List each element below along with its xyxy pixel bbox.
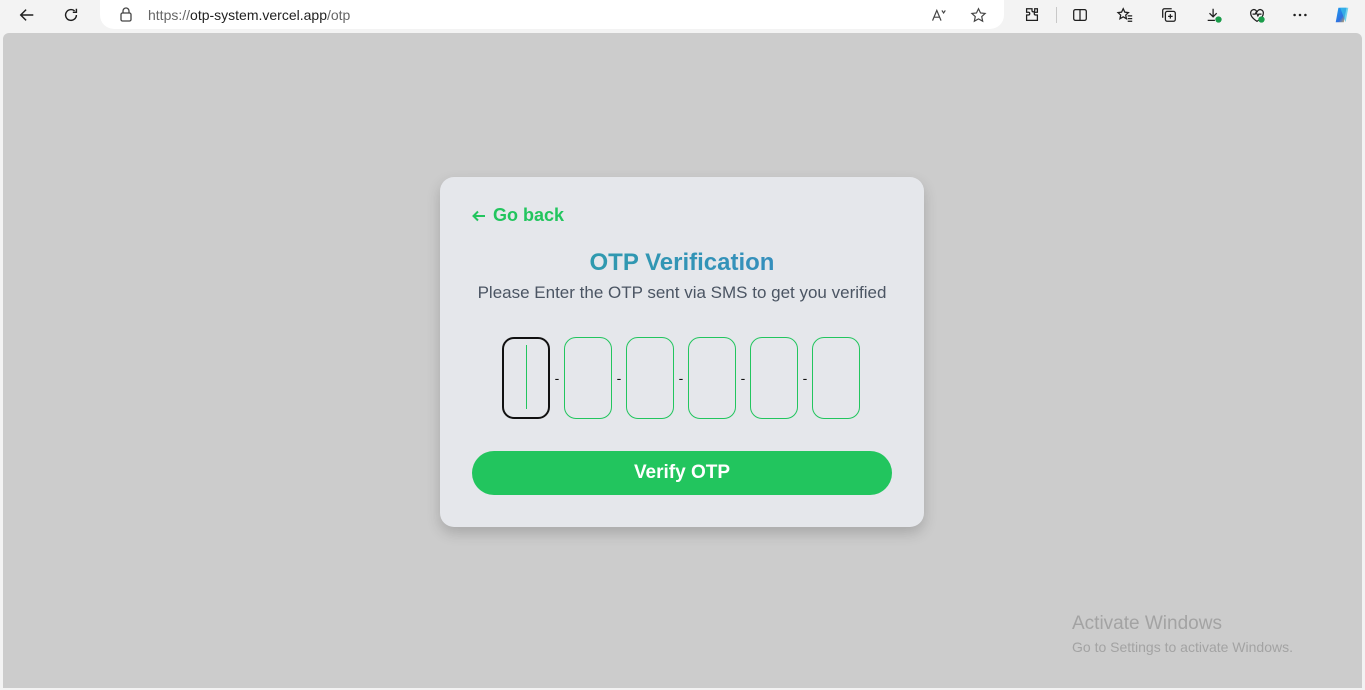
read-aloud-icon[interactable]: [928, 5, 948, 25]
browser-essentials-icon[interactable]: [1245, 3, 1269, 27]
extensions-icon[interactable]: [1020, 3, 1044, 27]
otp-card: Go back OTP Verification Please Enter th…: [440, 177, 924, 527]
page-title: OTP Verification: [440, 249, 924, 277]
otp-digit-6[interactable]: [812, 337, 860, 419]
address-bar[interactable]: https://otp-system.vercel.app/otp: [100, 0, 1004, 29]
lock-icon[interactable]: [118, 6, 134, 22]
url-prefix: https://: [148, 7, 191, 23]
downloads-icon[interactable]: [1202, 3, 1226, 27]
otp-input-group: - - - - -: [502, 337, 860, 419]
arrow-left-icon: [472, 210, 485, 221]
go-back-link[interactable]: Go back: [472, 205, 564, 226]
windows-activation-watermark: Activate Windows Go to Settings to activ…: [1072, 613, 1293, 655]
url-text[interactable]: https://otp-system.vercel.app/otp: [148, 7, 350, 23]
otp-separator: -: [616, 370, 622, 386]
collections-icon[interactable]: [1157, 3, 1181, 27]
page-subtitle: Please Enter the OTP sent via SMS to get…: [477, 283, 887, 302]
otp-separator: -: [802, 370, 808, 386]
split-screen-icon[interactable]: [1068, 3, 1092, 27]
otp-digit-5[interactable]: [750, 337, 798, 419]
otp-separator: -: [740, 370, 746, 386]
back-icon[interactable]: [15, 3, 39, 27]
otp-digit-1-wrapper: [502, 337, 550, 419]
page-viewport: Go back OTP Verification Please Enter th…: [3, 33, 1362, 688]
go-back-label: Go back: [493, 205, 565, 225]
refresh-icon[interactable]: [59, 3, 83, 27]
copilot-icon[interactable]: [1330, 3, 1354, 27]
more-icon[interactable]: [1288, 3, 1312, 27]
watermark-line-1: Activate Windows: [1072, 613, 1222, 634]
url-path: /otp: [326, 7, 351, 23]
toolbar-divider: [1056, 7, 1057, 23]
otp-digit-4[interactable]: [688, 337, 736, 419]
favorites-icon[interactable]: [1113, 3, 1137, 27]
otp-separator: -: [554, 370, 560, 386]
browser-toolbar: https://otp-system.vercel.app/otp: [0, 0, 1365, 30]
otp-digit-2[interactable]: [564, 337, 612, 419]
otp-separator: -: [678, 370, 684, 386]
url-host: otp-system.vercel.app: [190, 7, 327, 23]
favorite-star-icon[interactable]: [968, 5, 988, 25]
otp-digit-3[interactable]: [626, 337, 674, 419]
watermark-line-2: Go to Settings to activate Windows.: [1072, 639, 1293, 655]
text-caret: [526, 345, 527, 409]
verify-otp-button[interactable]: Verify OTP: [472, 451, 892, 495]
